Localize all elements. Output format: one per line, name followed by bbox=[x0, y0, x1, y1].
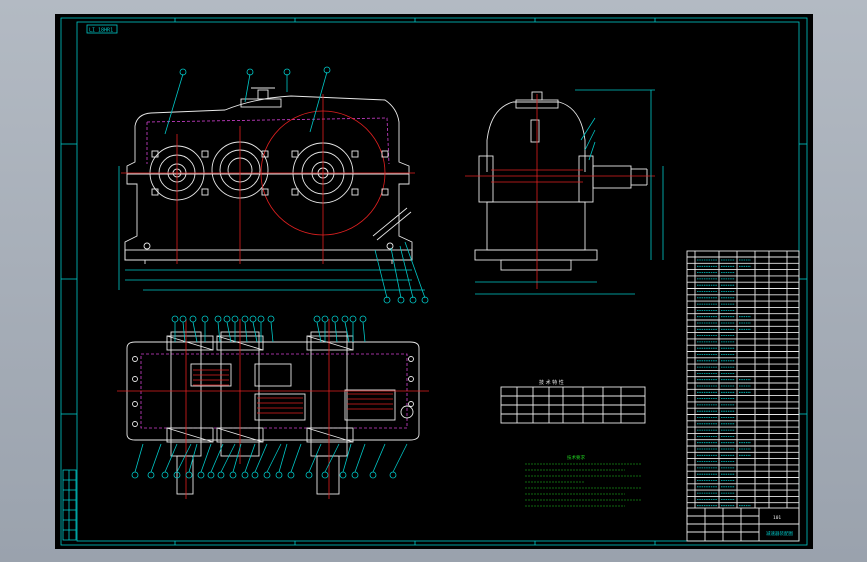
left-margin-block bbox=[62, 469, 77, 541]
drawing-canvas[interactable]: LI 18HR1 技 术 特 性 技术要求 101 减速器装配图 bbox=[55, 14, 813, 549]
parts-list bbox=[686, 250, 800, 525]
technical-notes: 技术要求 bbox=[525, 454, 641, 507]
param-table-title: 技 术 特 性 bbox=[539, 379, 564, 386]
title-block-code: 101 bbox=[773, 515, 781, 521]
inner-frame bbox=[76, 21, 800, 542]
housing-outline bbox=[124, 95, 413, 261]
front-view bbox=[118, 66, 429, 304]
title-block-name: 减速器装配图 bbox=[766, 530, 793, 537]
assembly-drawing: LI 18HR1 技 术 特 性 技术要求 101 减速器装配图 bbox=[60, 17, 808, 546]
notes-header: 技术要求 bbox=[567, 454, 585, 461]
technical-characteristics-table: 技 术 特 性 bbox=[500, 379, 646, 424]
cad-viewport[interactable]: LI 18HR1 技 术 特 性 技术要求 101 减速器装配图 bbox=[0, 0, 867, 562]
top-section-view bbox=[117, 315, 429, 499]
frame-stamp-text: LI 18HR1 bbox=[89, 28, 113, 34]
title-block: 101 减速器装配图 bbox=[686, 507, 800, 542]
frame-stamp: LI 18HR1 bbox=[86, 24, 118, 34]
side-view bbox=[465, 89, 664, 295]
